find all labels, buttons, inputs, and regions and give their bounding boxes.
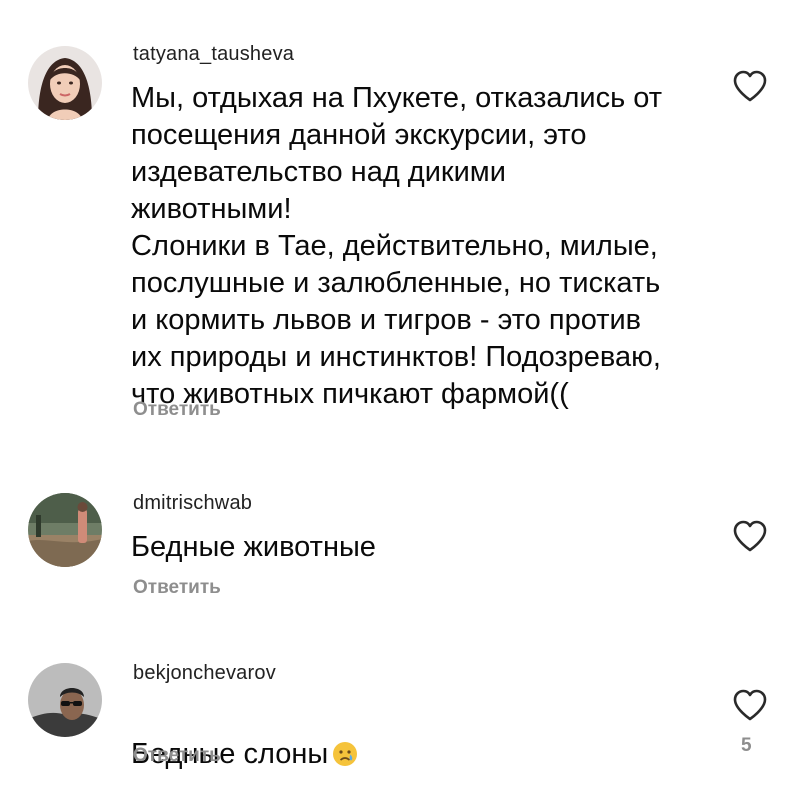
avatar[interactable] — [28, 46, 102, 120]
username[interactable]: tatyana_tausheva — [133, 43, 294, 66]
reply-button[interactable]: Ответить — [133, 399, 221, 421]
comment-text: Мы, отдыхая на Пхукете, отказались от по… — [131, 82, 663, 410]
username[interactable]: dmitrischwab — [133, 492, 252, 515]
heart-outline-icon[interactable] — [732, 519, 768, 553]
comment-text: Бедные животные — [131, 531, 376, 563]
avatar[interactable] — [28, 663, 102, 737]
crying-face-icon — [332, 740, 358, 777]
heart-outline-icon[interactable] — [732, 69, 768, 103]
username[interactable]: bekjonchevarov — [133, 662, 276, 685]
heart-outline-icon[interactable] — [732, 688, 768, 722]
reply-button[interactable]: Ответить — [133, 577, 221, 599]
reply-button[interactable]: Ответить — [133, 745, 221, 767]
like-count: 5 — [741, 735, 752, 756]
avatar[interactable] — [28, 493, 102, 567]
